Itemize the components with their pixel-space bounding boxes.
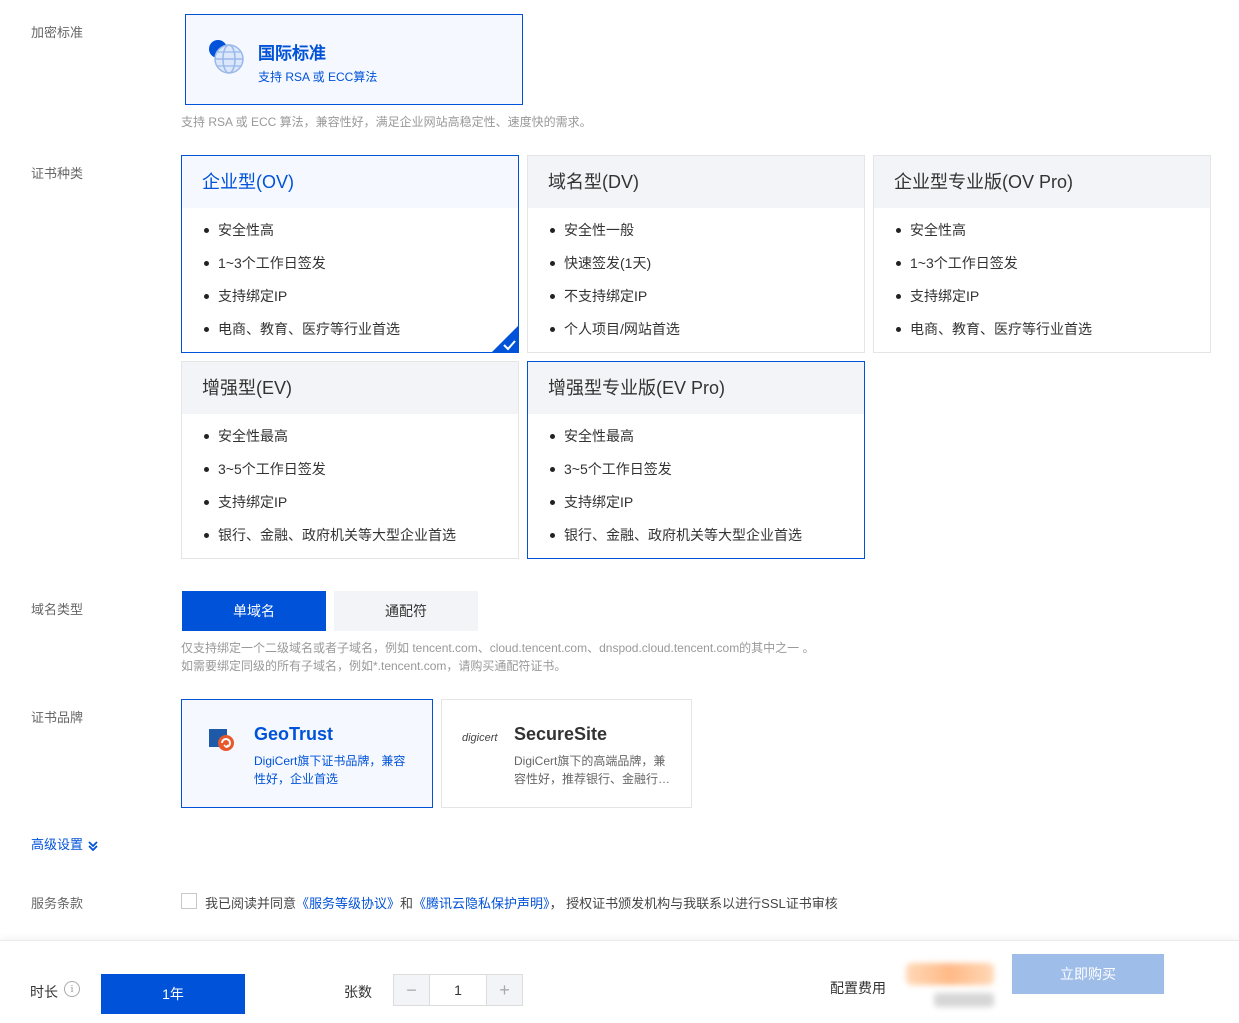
quantity-decrement-button[interactable]: − (394, 975, 429, 1005)
cert-type-card-ev-pro[interactable]: 增强型专业版(EV Pro) 安全性最高 3~5个工作日签发 支持绑定IP 银行… (527, 361, 865, 559)
terms-text: 我已阅读并同意《服务等级协议》和《腾讯云隐私保护声明》， 授权证书颁发机构与我联… (205, 893, 838, 912)
brand-description: DigiCert旗下证书品牌，兼容性好，企业首选 (254, 754, 406, 786)
cert-type-title: 增强型(EV) (182, 362, 518, 414)
cert-type-card-ev[interactable]: 增强型(EV) 安全性最高 3~5个工作日签发 支持绑定IP 银行、金融、政府机… (181, 361, 519, 559)
feature-item: 支持绑定IP (202, 492, 518, 525)
domain-type-wildcard-button[interactable]: 通配符 (334, 591, 478, 631)
selected-check-icon (492, 326, 518, 352)
feature-item: 支持绑定IP (548, 492, 864, 525)
encryption-card-subtitle: 支持 RSA 或 ECC算法 (258, 70, 378, 84)
quantity-increment-button[interactable]: + (487, 975, 522, 1005)
purchase-bar: 时长 i 1年 张数 − 1 + 配置费用 立即购买 (0, 940, 1239, 1023)
double-chevron-down-icon (88, 840, 98, 851)
feature-item: 不支持绑定IP (548, 286, 864, 319)
quantity-label: 张数 (344, 984, 372, 1000)
quantity-stepper: − 1 + (393, 974, 523, 1006)
cert-type-title: 企业型专业版(OV Pro) (874, 156, 1210, 208)
feature-item: 个人项目/网站首选 (548, 319, 864, 352)
info-icon[interactable]: i (64, 981, 80, 997)
buy-now-button[interactable]: 立即购买 (1012, 954, 1164, 994)
privacy-link[interactable]: 《腾讯云隐私保护声明》 (413, 896, 550, 911)
feature-item: 安全性一般 (548, 220, 864, 253)
encryption-card-title: 国际标准 (258, 44, 326, 63)
advanced-settings-toggle[interactable]: 高级设置 (31, 834, 98, 853)
price-value-blurred (906, 963, 998, 1013)
feature-item: 电商、教育、医疗等行业首选 (894, 319, 1210, 352)
brand-card-geotrust[interactable]: GeoTrust DigiCert旗下证书品牌，兼容性好，企业首选 (181, 699, 433, 808)
cert-brand-label: 证书品牌 (31, 710, 84, 725)
feature-item: 安全性高 (202, 220, 518, 253)
feature-item: 3~5个工作日签发 (548, 459, 864, 492)
feature-item: 安全性最高 (202, 426, 518, 459)
domain-type-label: 域名类型 (31, 602, 84, 617)
feature-item: 1~3个工作日签发 (894, 253, 1210, 286)
feature-item: 快速签发(1天) (548, 253, 864, 286)
domain-hint-line2: 如需要绑定同级的所有子域名，例如*.tencent.com，请购买通配符证书。 (181, 659, 567, 673)
brand-title: GeoTrust (254, 724, 334, 744)
duration-1-year-button[interactable]: 1年 (101, 974, 245, 1014)
feature-item: 支持绑定IP (202, 286, 518, 319)
encryption-hint: 支持 RSA 或 ECC 算法，兼容性好，满足企业网站高稳定性、速度快的需求。 (181, 115, 592, 129)
cert-type-title: 域名型(DV) (528, 156, 864, 208)
cert-type-card-ov[interactable]: 企业型(OV) 安全性高 1~3个工作日签发 支持绑定IP 电商、教育、医疗等行… (181, 155, 519, 353)
feature-item: 银行、金融、政府机关等大型企业首选 (202, 525, 518, 558)
digicert-logo: digicert (462, 732, 498, 744)
sla-link[interactable]: 《服务等级协议》 (296, 896, 400, 911)
terms-label: 服务条款 (31, 896, 84, 911)
brand-description: DigiCert旗下的高端品牌，兼容性好，推荐银行、金融行… (514, 754, 671, 786)
brand-card-securesite[interactable]: digicert SecureSite DigiCert旗下的高端品牌，兼容性好… (441, 699, 692, 808)
cert-type-card-ov-pro[interactable]: 企业型专业版(OV Pro) 安全性高 1~3个工作日签发 支持绑定IP 电商、… (873, 155, 1211, 353)
feature-item: 1~3个工作日签发 (202, 253, 518, 286)
cert-type-card-dv[interactable]: 域名型(DV) 安全性一般 快速签发(1天) 不支持绑定IP 个人项目/网站首选 (527, 155, 865, 353)
domain-type-single-button[interactable]: 单域名 (182, 591, 326, 631)
feature-item: 安全性最高 (548, 426, 864, 459)
duration-label: 时长 (30, 984, 58, 1000)
feature-item: 银行、金融、政府机关等大型企业首选 (548, 525, 864, 558)
feature-item: 电商、教育、医疗等行业首选 (202, 319, 518, 352)
domain-hint-line1: 仅支持绑定一个二级域名或者子域名，例如 tencent.com、cloud.te… (181, 641, 815, 655)
feature-item: 3~5个工作日签发 (202, 459, 518, 492)
price-label: 配置费用 (830, 980, 886, 996)
terms-checkbox[interactable] (181, 893, 197, 909)
cert-type-title: 增强型专业版(EV Pro) (528, 362, 864, 414)
cert-type-title: 企业型(OV) (182, 156, 518, 208)
cert-type-label: 证书种类 (31, 166, 84, 181)
quantity-input[interactable]: 1 (429, 975, 487, 1005)
terms-prefix: 我已阅读并同意 (205, 896, 297, 911)
encryption-standard-label: 加密标准 (31, 25, 84, 40)
feature-item: 支持绑定IP (894, 286, 1210, 319)
terms-suffix: ， 授权证书颁发机构与我联系以进行SSL证书审核 (549, 896, 838, 911)
advanced-settings-label: 高级设置 (31, 837, 84, 852)
terms-mid: 和 (400, 896, 414, 911)
encryption-standard-option-international[interactable]: 国际标准 支持 RSA 或 ECC算法 (185, 14, 523, 105)
feature-item: 安全性高 (894, 220, 1210, 253)
globe-icon (209, 40, 244, 74)
brand-title: SecureSite (514, 724, 608, 744)
geotrust-logo-icon (209, 729, 234, 751)
